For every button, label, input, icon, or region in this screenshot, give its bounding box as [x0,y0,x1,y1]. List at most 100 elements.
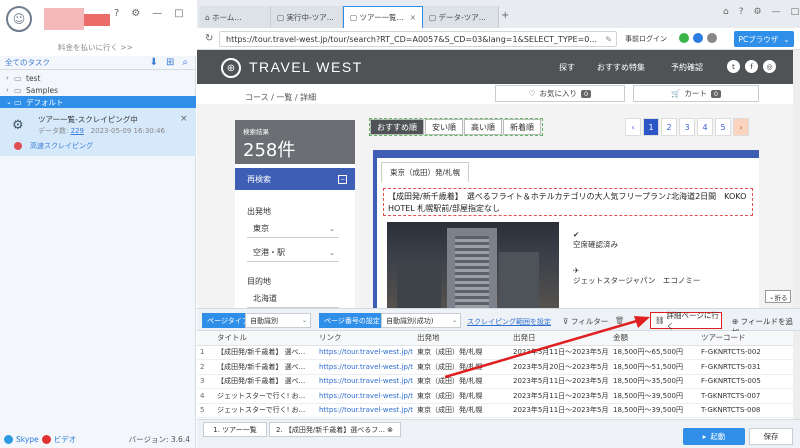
cell-link[interactable]: https://tour.travel-west.jp/to... [315,359,413,375]
sort-recommended[interactable]: おすすめ順 [370,119,424,135]
restore-icon[interactable]: □ [174,8,183,19]
cell-code[interactable]: F-GKNRTCTS-005 [697,374,793,389]
page-scrollbar[interactable] [793,50,800,308]
cell-date[interactable]: 2023年5月11日～2023年5月... [509,388,609,404]
sort-expensive[interactable]: 高い順 [464,119,502,135]
origin-tab[interactable]: 東京（成田）発/札幌 [381,162,470,182]
skype-link[interactable]: Skype [16,435,39,444]
cell-date[interactable]: 2023年5月20日～2023年5月... [509,359,609,375]
page-next[interactable]: › [733,118,749,136]
column-header[interactable]: リンク [315,331,413,346]
column-header[interactable]: 出発日 [509,331,609,346]
cell-departure[interactable]: 東京（成田）発/札幌 [413,359,509,375]
skype-icon[interactable] [4,434,13,444]
settings-icon[interactable]: ⚙ [754,7,762,17]
cell-departure[interactable]: 東京（成田）発/札幌 [413,403,509,418]
column-header[interactable]: ツアーコード [697,331,793,346]
cell-date[interactable]: 2023年5月11日～2023年5月... [509,345,609,360]
minimize-icon[interactable]: — [772,7,781,17]
trash-icon[interactable]: 🗑 [615,316,625,325]
table-row[interactable]: 2 【成田発/新千歳着】 選べ... https://tour.travel-wes… [197,359,793,375]
cell-link[interactable]: https://tour.travel-west.jp/to... [315,403,413,418]
fold-button[interactable]: ⌄ 折る [765,290,792,303]
tree-item-samples[interactable]: › ▭ Samples [0,84,196,96]
tab-running[interactable]: ▢ 実行中-ツア... [271,6,343,28]
cell-price[interactable]: 18,500円～51,500円 [609,359,697,375]
twitter-icon[interactable]: t [727,60,740,73]
minus-icon[interactable]: − [338,174,347,184]
start-button[interactable]: ▸ 起動 [683,428,745,445]
pre-login-button[interactable]: 事前ログイン [625,34,667,44]
go-to-detail-button[interactable]: ⛓ 詳細ページに行く [650,311,722,331]
cell-price[interactable]: 18,500円～39,500円 [609,388,697,404]
table-row[interactable]: 5 ジェットスターで行く! お... https://tour.travel-wes… [197,403,793,418]
task-card[interactable]: ⚙ ツアー一覧-スクレイピング中 データ数: 229 2023-05-09 16… [0,108,196,156]
cell-link[interactable]: https://tour.travel-west.jp/to... [315,374,413,389]
facebook-icon[interactable]: f [745,60,758,73]
table-row[interactable]: 3 【成田発/新千歳着】 選べ... https://tour.travel-wes… [197,374,793,389]
sort-cheap[interactable]: 安い順 [425,119,463,135]
hotel-image[interactable] [387,222,559,308]
extension-icon[interactable] [707,33,717,43]
help-icon[interactable]: ? [739,7,744,17]
page-number-select[interactable]: 自動識別(成功) ⌄ [381,313,461,328]
minimize-icon[interactable]: — [152,8,162,19]
close-icon[interactable]: × [180,114,188,124]
cell-departure[interactable]: 東京（成田）発/札幌 [413,374,509,389]
cell-link[interactable]: https://tour.travel-west.jp/to... [315,345,413,360]
page-5[interactable]: 5 [715,118,731,136]
tab-home[interactable]: ⌂ ホーム... [199,6,271,28]
tab-data[interactable]: ▢ データ-ツア... [423,6,499,28]
close-tab-icon[interactable]: × [410,13,416,22]
edit-icon[interactable]: ✎ [605,35,612,44]
help-icon[interactable]: ? [114,8,119,19]
page-1[interactable]: 1 [643,118,659,136]
cell-departure[interactable]: 東京（成田）発/札幌 [413,388,509,404]
sort-new[interactable]: 新着順 [503,119,541,135]
pc-browser-button[interactable]: PCブラウザ ⌄ [734,31,794,47]
tree-item-test[interactable]: › ▭ test [0,72,196,84]
research-toggle[interactable]: 再検索 − [235,168,355,190]
column-header[interactable]: 出発地 [413,331,509,346]
url-input[interactable]: https://tour.travel-west.jp/tour/search?… [219,31,617,47]
column-header[interactable]: タイトル [213,331,315,346]
cell-code[interactable]: T-GKNRTCTS-008 [697,403,793,418]
nav-features[interactable]: おすすめ特集 [597,62,645,73]
page-prev[interactable]: ‹ [625,118,641,136]
cell-title[interactable]: 【成田発/新千歳着】 選べ... [213,359,315,375]
data-count[interactable]: 229 [71,127,84,135]
video-link[interactable]: ビデオ [54,434,77,445]
extension-icon[interactable] [693,33,703,43]
cell-link[interactable]: https://tour.travel-west.jp/to... [315,388,413,404]
table-row[interactable]: 4 ジェットスターで行く! お... https://tour.travel-wes… [197,388,793,404]
tab-tour-list[interactable]: ▢ ツアー一覧... × [343,6,423,28]
cell-departure[interactable]: 東京（成田）発/札幌 [413,345,509,360]
cell-title[interactable]: 【成田発/新千歳着】 選べ... [213,374,315,389]
page-2[interactable]: 2 [661,118,677,136]
skin-icon[interactable]: ⌂ [723,7,729,17]
download-icon[interactable]: ⬇ [150,57,158,68]
destination-select[interactable]: 北海道 [247,290,339,308]
cell-date[interactable]: 2023年5月11日～2023年5月... [509,403,609,418]
cell-code[interactable]: T-GKNRTCTS-007 [697,388,793,404]
cell-code[interactable]: F-GKNRTCTS-031 [697,359,793,375]
airport-select[interactable]: 空港・駅 ⌄ [247,244,339,262]
scrape-scope-link[interactable]: スクレイピング範囲を設定 [467,317,551,327]
page-type-select[interactable]: 自動識別 ⌄ [245,313,311,328]
tour-title[interactable]: 【成田発/新千歳着】 選べるフライト＆ホテルカテゴリの大人気フリープラン♪北海道… [383,188,753,216]
step-tab-detail[interactable]: 2. 【成田発/新千歳着】選べるフ... ⊗ [269,422,401,437]
cart-button[interactable]: 🛒 カート 0 [633,85,759,102]
instagram-icon[interactable]: ◎ [763,60,776,73]
video-icon[interactable] [41,434,51,444]
column-header[interactable]: 金額 [609,331,697,346]
site-brand[interactable]: TRAVEL WEST [249,59,363,75]
new-tab-icon[interactable]: + [501,10,509,21]
tree-item-default[interactable]: ⌄ ▭ デフォルト [0,96,196,108]
pay-link[interactable]: 料金を払いに行く >> [58,42,133,53]
cell-title[interactable]: ジェットスターで行く! お... [213,403,315,418]
departure-select[interactable]: 東京 ⌄ [247,220,339,238]
filter-button[interactable]: ⊽ フィルター [563,316,608,327]
page-4[interactable]: 4 [697,118,713,136]
nav-search[interactable]: 探す [559,62,575,73]
cell-price[interactable]: 18,500円～35,500円 [609,374,697,389]
